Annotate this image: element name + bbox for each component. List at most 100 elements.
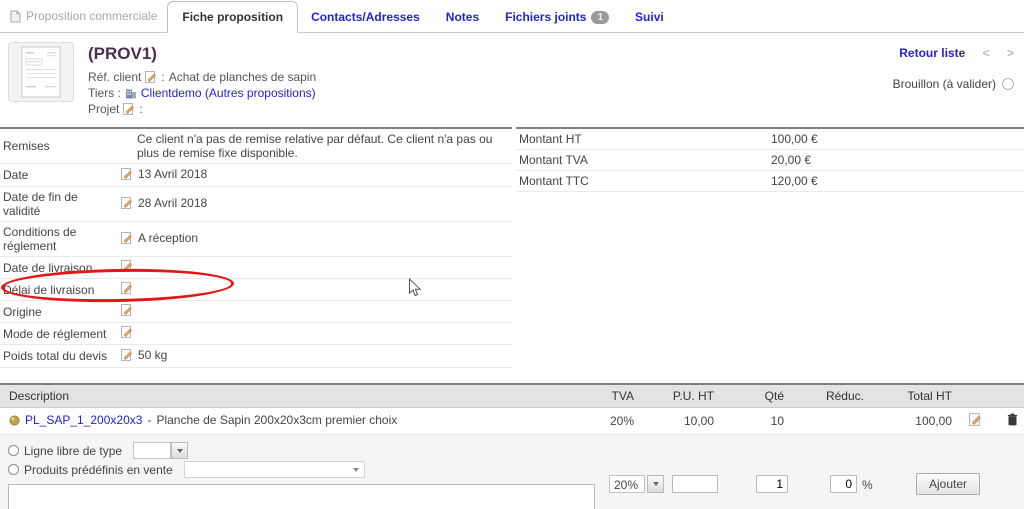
product-icon <box>9 415 20 426</box>
delete-line-icon[interactable] <box>1007 413 1018 426</box>
pdf-preview-thumbnail[interactable] <box>8 42 74 102</box>
quantity-input[interactable] <box>756 475 788 493</box>
status-label: Brouillon (à valider) <box>892 77 996 91</box>
document-icon <box>10 10 21 22</box>
ref-client-line: Réf. client : Achat de planches de sapin <box>88 70 316 84</box>
col-tva: TVA <box>582 384 640 408</box>
lines-header-row: Description TVA P.U. HT Qté Réduc. Total… <box>0 384 1024 408</box>
product-combobox[interactable] <box>183 461 365 478</box>
ref-client-value: Achat de planches de sapin <box>168 70 317 84</box>
col-delete <box>988 384 1024 408</box>
edit-icon[interactable] <box>121 260 133 272</box>
chevron-down-icon <box>352 468 359 472</box>
tva-select[interactable]: 20% <box>609 475 664 493</box>
tab-contacts-adresses[interactable]: Contacts/Adresses <box>298 2 433 32</box>
field-value: 13 Avril 2018 <box>138 167 208 181</box>
col-edit <box>958 384 988 408</box>
total-label: Montant TVA <box>516 149 768 171</box>
banner: Remises Ce client n'a pas de remise rela… <box>0 127 1024 368</box>
next-record-icon[interactable]: > <box>1007 46 1014 60</box>
line-qty: 10 <box>720 407 790 435</box>
document-preview-icon <box>21 46 61 98</box>
totals-table: Montant HT 100,00 € Montant TVA 20,00 € … <box>516 127 1024 192</box>
table-row: Date 13 Avril 2018 <box>0 163 512 187</box>
edit-icon[interactable] <box>121 232 133 244</box>
table-row: Remises Ce client n'a pas de remise rela… <box>0 128 512 164</box>
tab-fiche-proposition[interactable]: Fiche proposition <box>167 1 299 33</box>
tva-select-value: 20% <box>609 475 645 493</box>
product-line-row: PL_SAP_1_200x20x3 - Planche de Sapin 200… <box>0 407 1024 435</box>
ref-client-sep: : <box>161 70 165 84</box>
field-label: Date de fin de validité <box>0 186 118 222</box>
field-label: Conditions de réglement <box>0 221 118 257</box>
project-sep: : <box>139 102 143 116</box>
unit-price-input[interactable] <box>672 475 718 493</box>
fields-table: Remises Ce client n'a pas de remise rela… <box>0 127 512 368</box>
table-row: Délai de livraison <box>0 278 512 301</box>
discount-suffix: % <box>862 478 873 492</box>
company-icon <box>125 89 136 99</box>
edit-icon[interactable] <box>123 103 135 115</box>
breadcrumb-context: Proposition commerciale <box>4 9 167 32</box>
add-line-zone: Ligne libre de type Produits prédéfinis … <box>0 435 1024 509</box>
total-value: 20,00 € <box>768 149 1024 171</box>
total-label: Montant TTC <box>516 170 768 192</box>
add-line-button[interactable]: Ajouter <box>916 473 981 495</box>
files-count-badge: 1 <box>591 11 610 24</box>
tab-fichiers-label: Fichiers joints <box>505 10 587 24</box>
field-label: Mode de réglement <box>0 322 118 345</box>
tab-notes[interactable]: Notes <box>433 2 492 32</box>
page-title: (PROV1) <box>88 44 157 63</box>
new-line-description-input[interactable] <box>8 484 595 509</box>
table-row: Origine <box>0 300 512 323</box>
breadcrumb-label: Proposition commerciale <box>26 9 158 23</box>
edit-line-icon[interactable] <box>969 413 982 426</box>
product-ref-link[interactable]: PL_SAP_1_200x20x3 <box>25 413 142 427</box>
status-draft-icon <box>1002 78 1014 90</box>
free-line-type-select[interactable] <box>133 442 189 459</box>
radio-free-line[interactable] <box>8 445 19 456</box>
field-value: A réception <box>138 231 199 245</box>
col-reduc: Réduc. <box>790 384 870 408</box>
product-sep: - <box>147 413 152 428</box>
table-row: Conditions de réglement A réception <box>0 221 512 257</box>
total-value: 100,00 € <box>768 128 1024 150</box>
table-row: Mode de réglement <box>0 322 512 345</box>
status-line: Brouillon (à valider) <box>893 77 1014 91</box>
edit-icon[interactable] <box>121 326 133 338</box>
tiers-line: Tiers : Clientdemo (Autres propositions) <box>88 86 316 100</box>
back-to-list-link[interactable]: Retour liste <box>899 46 965 60</box>
col-qty: Qté <box>720 384 790 408</box>
field-value: 28 Avril 2018 <box>138 196 208 210</box>
col-description: Description <box>0 384 582 408</box>
radio-predefined-product[interactable] <box>8 464 19 475</box>
chevron-down-icon[interactable] <box>647 475 664 493</box>
chevron-down-icon[interactable] <box>171 442 189 459</box>
prev-record-icon[interactable]: < <box>983 46 990 60</box>
line-total-ht: 100,00 <box>870 407 958 435</box>
tab-suivi[interactable]: Suivi <box>622 2 677 32</box>
line-reduc <box>790 407 870 435</box>
edit-icon[interactable] <box>121 304 133 316</box>
edit-icon[interactable] <box>145 71 157 83</box>
discount-input[interactable] <box>830 475 857 493</box>
line-tva: 20% <box>582 407 640 435</box>
ref-client-label: Réf. client <box>88 70 142 84</box>
proposal-header: (PROV1) Réf. client : Achat de planches … <box>0 33 1024 122</box>
edit-icon[interactable] <box>121 282 133 294</box>
edit-icon[interactable] <box>121 168 133 180</box>
table-row: Montant HT 100,00 € <box>516 128 1024 150</box>
line-pu-ht: 10,00 <box>640 407 720 435</box>
table-row: Date de livraison <box>0 256 512 279</box>
tiers-link[interactable]: Clientdemo (Autres propositions) <box>141 86 316 100</box>
field-label: Date <box>0 163 118 187</box>
edit-icon[interactable] <box>121 349 133 361</box>
field-label: Remises <box>0 128 118 164</box>
project-line: Projet : <box>88 102 316 116</box>
field-value: Ce client n'a pas de remise relative par… <box>137 132 493 160</box>
edit-icon[interactable] <box>121 197 133 209</box>
tab-fichiers-joints[interactable]: Fichiers joints 1 <box>492 2 622 32</box>
field-label: Origine <box>0 300 118 323</box>
table-row: Montant TTC 120,00 € <box>516 170 1024 192</box>
product-label: Planche de Sapin 200x20x3cm premier choi… <box>156 413 398 428</box>
